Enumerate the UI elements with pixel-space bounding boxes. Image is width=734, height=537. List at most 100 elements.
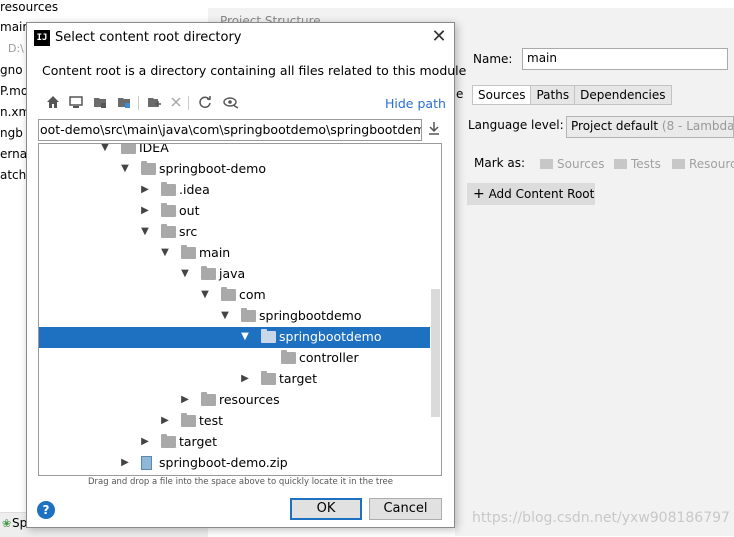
dialog-description: Content root is a directory containing a… [42,63,467,78]
tree-row[interactable]: ▶ target [39,432,431,453]
tree-row[interactable]: ▶ test [39,411,431,432]
module-tabs: Sources Paths Dependencies [472,85,672,105]
tree-row-label: java [219,266,246,281]
tree-row[interactable]: ▼ springbootdemo [39,327,431,348]
tree-row[interactable]: ▶ springboot-demo.zip [39,453,431,474]
folder-icon [261,329,276,343]
path-input[interactable]: oot-demo\src\main\java\com\springbootdem… [38,119,422,141]
cancel-button[interactable]: Cancel [369,498,442,520]
tree-row-label: springboot-demo [159,161,267,176]
tree-row-label: .idea [179,182,210,197]
bg-tree-item[interactable]: resources [0,0,58,14]
mark-sources-button[interactable]: Sources [540,157,604,171]
refresh-icon[interactable] [197,95,213,111]
folder-icon [161,182,176,196]
module-settings-panel [455,38,734,536]
tree-row-label: src [179,224,198,239]
chooser-toolbar [42,93,442,115]
tree-row[interactable]: ▶ .idea [39,180,431,201]
chevron-down-icon[interactable]: ▼ [239,329,251,345]
chevron-right-icon[interactable]: ▶ [239,371,251,387]
download-icon[interactable] [426,121,442,139]
tab-partial[interactable]: e [456,87,463,101]
tree-row-label: springbootdemo [259,308,362,323]
delete-icon[interactable] [168,95,184,111]
tree-row[interactable]: ▶ out [39,201,431,222]
project-folder-icon[interactable] [92,95,108,111]
dialog-title: Select content root directory [55,30,242,45]
mark-tests-button[interactable]: Tests [614,157,661,171]
select-content-root-dialog: IJ Select content root directory ✕ Conte… [26,22,466,528]
folder-icon [241,308,256,322]
tree-row-label: test [199,413,224,428]
bg-tree-item[interactable]: P.mo [0,84,28,98]
tree-row[interactable]: controller [39,348,431,369]
home-icon[interactable] [45,95,61,111]
folder-icon [201,392,216,406]
chevron-down-icon[interactable]: ▼ [219,308,231,324]
tree-row[interactable]: ▼ IDEA [39,143,431,159]
tree-row-label: com [239,287,266,302]
folder-icon [614,159,627,169]
tab-sources[interactable]: Sources [472,85,532,105]
tree-scrollbar-thumb[interactable] [431,289,440,417]
chevron-down-icon[interactable]: ▼ [159,245,171,261]
add-content-root-button[interactable]: + Add Content Root [467,183,595,205]
chevron-down-icon[interactable]: ▼ [139,224,151,240]
chevron-down-icon[interactable]: ▼ [199,287,211,303]
folder-icon [540,159,553,169]
chevron-right-icon[interactable]: ▶ [179,392,191,408]
intellij-app-icon: IJ [34,30,50,46]
chevron-right-icon[interactable]: ▶ [139,203,151,219]
bottom-toolwindow-label[interactable]: Sp [12,516,27,530]
tab-dependencies[interactable]: Dependencies [574,85,672,105]
dialog-titlebar: IJ Select content root directory ✕ [27,23,454,53]
language-level-suffix: (8 - Lambdas [661,119,734,133]
folder-icon [161,203,176,217]
desktop-icon[interactable] [68,95,84,111]
module-folder-icon[interactable] [116,95,132,111]
module-name-input[interactable]: main [522,48,728,70]
chevron-right-icon[interactable]: ▶ [139,182,151,198]
tree-row[interactable]: ▼ main [39,243,431,264]
tree-row-label: springbootdemo [279,329,382,344]
tree-row[interactable]: ▼ springboot-demo [39,159,431,180]
tree-row[interactable]: ▼ src [39,222,431,243]
ok-button[interactable]: OK [290,498,362,520]
chevron-down-icon[interactable]: ▼ [179,266,191,282]
tree-row[interactable]: ▼ springbootdemo [39,306,431,327]
tab-paths[interactable]: Paths [530,85,576,105]
folder-icon [161,434,176,448]
tree-row-label: target [279,371,318,386]
mark-resources-button[interactable]: Resourc [672,157,734,171]
chevron-down-icon[interactable]: ▼ [119,161,131,177]
bg-tree-item[interactable]: gno [0,63,23,77]
language-level-value: Project default [571,119,659,133]
tree-row[interactable]: ▼ java [39,264,431,285]
chevron-right-icon[interactable]: ▶ [139,434,151,450]
folder-icon [201,266,216,280]
toolbar-separator [188,96,189,110]
close-icon[interactable]: ✕ [428,27,450,49]
tree-row[interactable]: ▶ target [39,369,431,390]
tree-row-label: IDEA [139,143,169,155]
tree-row-label: springboot-demo.zip [159,455,288,470]
folder-icon [181,245,196,259]
chevron-right-icon[interactable]: ▶ [119,455,131,471]
mark-as-label: Mark as: [474,156,526,170]
show-hidden-icon[interactable] [223,95,239,111]
language-level-select[interactable]: Project default (8 - Lambdas [566,116,734,138]
chevron-down-icon[interactable]: ▼ [99,144,111,156]
bg-tree-item[interactable]: ngb [0,126,23,140]
tree-row[interactable]: ▶ resources [39,390,431,411]
folder-icon [672,159,685,169]
chevron-right-icon[interactable]: ▶ [159,413,171,429]
new-folder-icon[interactable] [146,95,162,111]
folder-icon [181,413,196,427]
help-icon[interactable]: ? [37,501,55,519]
tree-row[interactable]: ▼ com [39,285,431,306]
hide-path-link[interactable]: Hide path [385,96,446,111]
plus-icon: + [473,186,485,202]
folder-icon [281,350,296,364]
directory-tree[interactable]: ▶ springboot-demo.zip ▶ target ▶ test ▶ resourc… [38,143,442,476]
